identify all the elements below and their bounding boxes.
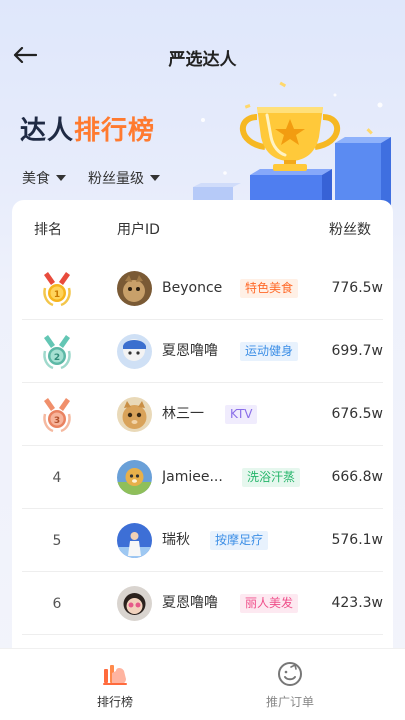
category-tag: 运动健身 <box>240 342 299 361</box>
fans-count: 423.3w <box>331 595 383 611</box>
category-tag: 特色美食 <box>240 279 299 298</box>
column-fans: 粉丝数 <box>329 222 371 238</box>
ranking-page: 严选达人 达人排行榜 美食 粉丝量级 排名 用户ID 粉丝数 1 Beyonce… <box>0 0 405 720</box>
fans-level-filter-label: 粉丝量级 <box>88 171 144 187</box>
avatar[interactable] <box>117 334 152 369</box>
rank-number: 4 <box>52 469 62 486</box>
fans-count: 576.1w <box>331 532 383 548</box>
trophy-illustration <box>193 81 391 215</box>
category-filter[interactable]: 美食 <box>22 168 66 188</box>
silver-medal-icon: 2 <box>43 334 71 369</box>
tab-ranking-label: 排行榜 <box>96 695 133 709</box>
fans-count: 676.5w <box>331 406 383 422</box>
user-name: 夏恩噜噜 <box>162 343 218 359</box>
category-tag: KTV <box>225 405 258 424</box>
hero-title-part2: 排行榜 <box>74 116 156 146</box>
rank-cell: 3 <box>32 383 82 446</box>
svg-text:2: 2 <box>54 353 60 363</box>
table-row[interactable]: 2 夏恩噜噜 运动健身 699.7w <box>22 320 383 383</box>
svg-text:1: 1 <box>54 290 60 300</box>
rank-number: 5 <box>52 532 62 549</box>
table-row[interactable]: 6 夏恩噜噜 丽人美发 423.3w <box>22 572 383 635</box>
table-row[interactable]: 5 瑞秋 按摩足疗 576.1w <box>22 509 383 572</box>
rank-cell: 1 <box>32 257 82 320</box>
fans-level-filter[interactable]: 粉丝量级 <box>88 168 160 188</box>
category-tag: 洗浴汗蒸 <box>242 468 301 487</box>
rank-cell: 2 <box>32 320 82 383</box>
tab-ranking[interactable]: 排行榜 <box>55 661 175 710</box>
gold-medal-icon: 1 <box>43 271 71 306</box>
user-name: Jamiee... <box>162 469 223 485</box>
fans-count: 699.7w <box>331 343 383 359</box>
user-name: Beyonce <box>162 280 223 296</box>
avatar[interactable] <box>117 271 152 306</box>
avatar[interactable] <box>117 523 152 558</box>
table-row[interactable]: 4 Jamiee... 洗浴汗蒸 666.8w <box>22 446 383 509</box>
ranking-hero-title: 达人排行榜 <box>20 110 155 147</box>
bottom-tab-bar: 排行榜 推广订单 <box>0 648 405 720</box>
ranking-table-card: 排名 用户ID 粉丝数 1 Beyonce 特色美食 776.5w 2 夏恩噜噜… <box>12 200 393 720</box>
tab-promotion-orders-label: 推广订单 <box>265 695 314 709</box>
orders-smile-icon <box>278 662 302 686</box>
page-title: 严选达人 <box>168 50 237 70</box>
ranking-hand-icon <box>103 665 127 685</box>
fans-count: 666.8w <box>331 469 383 485</box>
avatar[interactable] <box>117 460 152 495</box>
column-user-id: 用户ID <box>117 222 160 238</box>
fans-count: 776.5w <box>331 280 383 296</box>
category-tag: 丽人美发 <box>240 594 299 613</box>
hero-title-part1: 达人 <box>20 116 75 146</box>
avatar[interactable] <box>117 397 152 432</box>
category-tag: 按摩足疗 <box>210 531 269 550</box>
user-name: 瑞秋 <box>162 532 190 548</box>
column-rank: 排名 <box>34 222 62 238</box>
tab-promotion-orders[interactable]: 推广订单 <box>230 661 350 710</box>
filter-bar: 美食 粉丝量级 <box>22 168 160 188</box>
category-filter-label: 美食 <box>22 171 50 187</box>
bronze-medal-icon: 3 <box>43 397 71 432</box>
caret-down-icon <box>150 175 160 181</box>
avatar[interactable] <box>117 586 152 621</box>
user-name: 林三一 <box>162 406 204 422</box>
table-header: 排名 用户ID 粉丝数 <box>12 200 393 256</box>
svg-text:3: 3 <box>54 416 60 426</box>
user-name: 夏恩噜噜 <box>162 595 218 611</box>
table-row[interactable]: 3 林三一 KTV 676.5w <box>22 383 383 446</box>
table-row[interactable]: 1 Beyonce 特色美食 776.5w <box>22 257 383 320</box>
rank-number: 6 <box>52 595 62 612</box>
caret-down-icon <box>56 175 66 181</box>
